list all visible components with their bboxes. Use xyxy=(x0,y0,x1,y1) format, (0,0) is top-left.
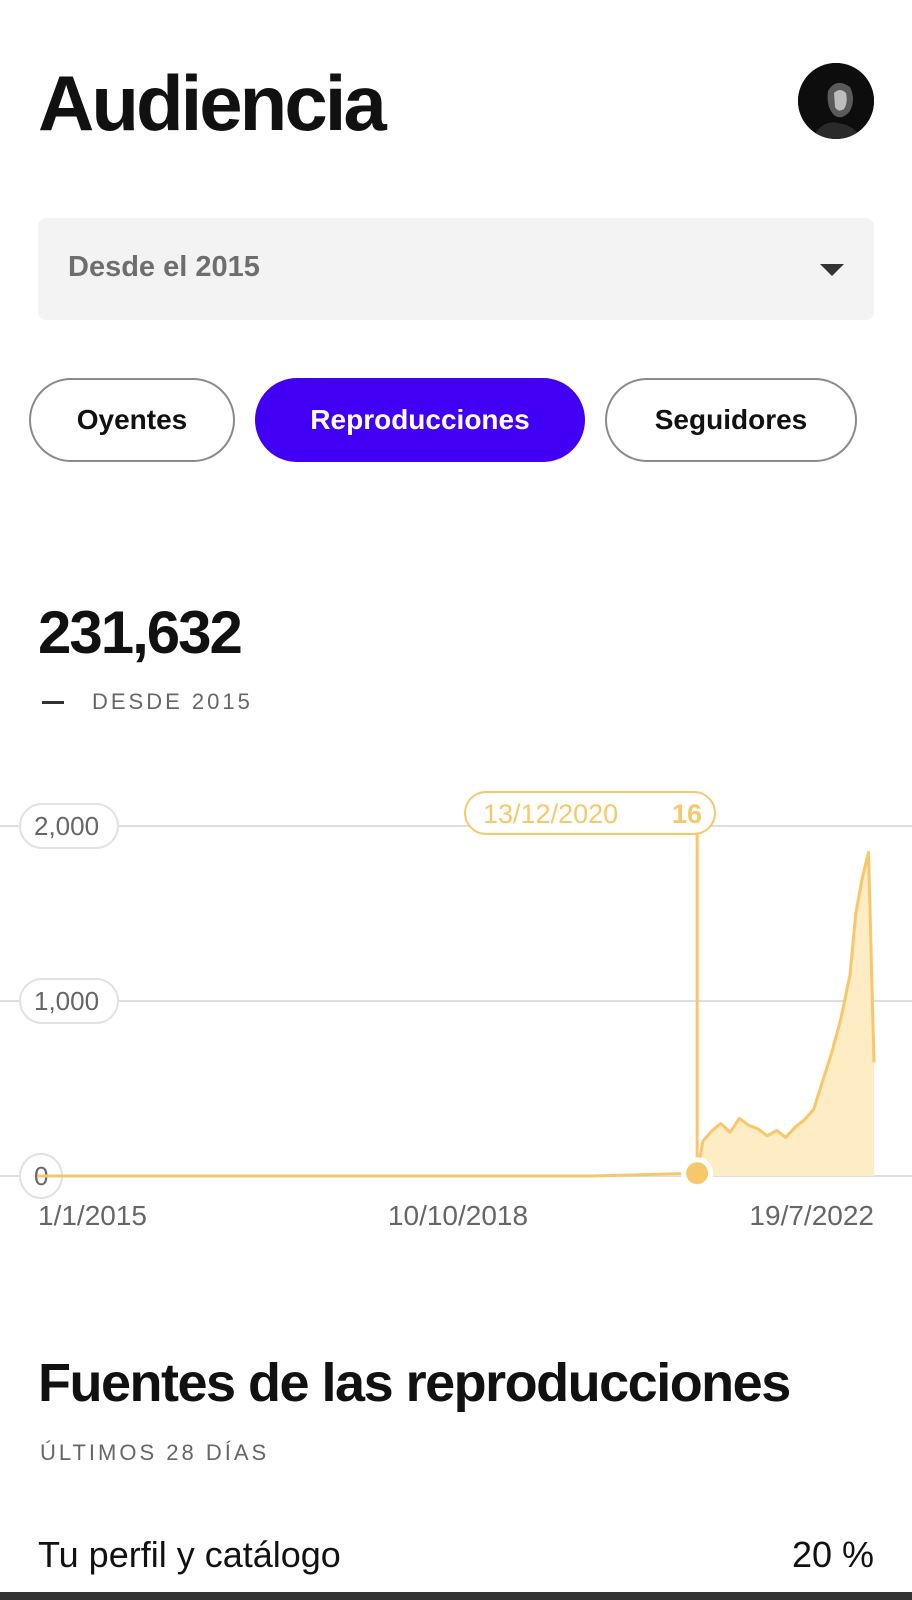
total-streams-value: 231,632 xyxy=(38,599,243,666)
page-title: Audiencia xyxy=(38,59,387,147)
source-progress-bar xyxy=(0,1592,912,1600)
x-tick-label: 1/1/2015 xyxy=(38,1200,147,1231)
sources-title: Fuentes de las reproducciones xyxy=(38,1353,791,1413)
tab-reproducciones[interactable]: Reproducciones xyxy=(255,378,585,462)
tab-oyentes[interactable]: Oyentes xyxy=(29,378,235,462)
avatar-image xyxy=(798,63,874,139)
streams-chart[interactable]: 01,0002,000 1/1/2015 10/10/2018 19/7/2022 … xyxy=(0,790,912,1240)
tab-seguidores[interactable]: Seguidores xyxy=(605,378,857,462)
period-dropdown[interactable]: Desde el 2015 xyxy=(38,218,874,320)
tooltip-date: 13/12/2020 xyxy=(483,799,618,829)
y-tick-label: 1,000 xyxy=(34,986,99,1016)
streams-area xyxy=(38,852,874,1176)
period-dropdown-value: Desde el 2015 xyxy=(68,251,260,283)
avatar[interactable] xyxy=(798,63,874,139)
source-label-profile: Tu perfil y catálogo xyxy=(38,1534,341,1575)
y-tick-label: 2,000 xyxy=(34,811,99,841)
sources-caption: ÚLTIMOS 28 DÍAS xyxy=(40,1440,270,1465)
x-tick-label: 10/10/2018 xyxy=(388,1200,528,1231)
chevron-down-icon xyxy=(820,264,844,276)
source-value-profile: 20 % xyxy=(791,1534,874,1575)
x-tick-label: 19/7/2022 xyxy=(749,1200,874,1231)
tooltip-value: 16 xyxy=(672,799,702,829)
marker-dot xyxy=(686,1162,709,1185)
total-streams-caption: DESDE 2015 xyxy=(92,689,253,714)
legend-dash xyxy=(42,701,64,704)
